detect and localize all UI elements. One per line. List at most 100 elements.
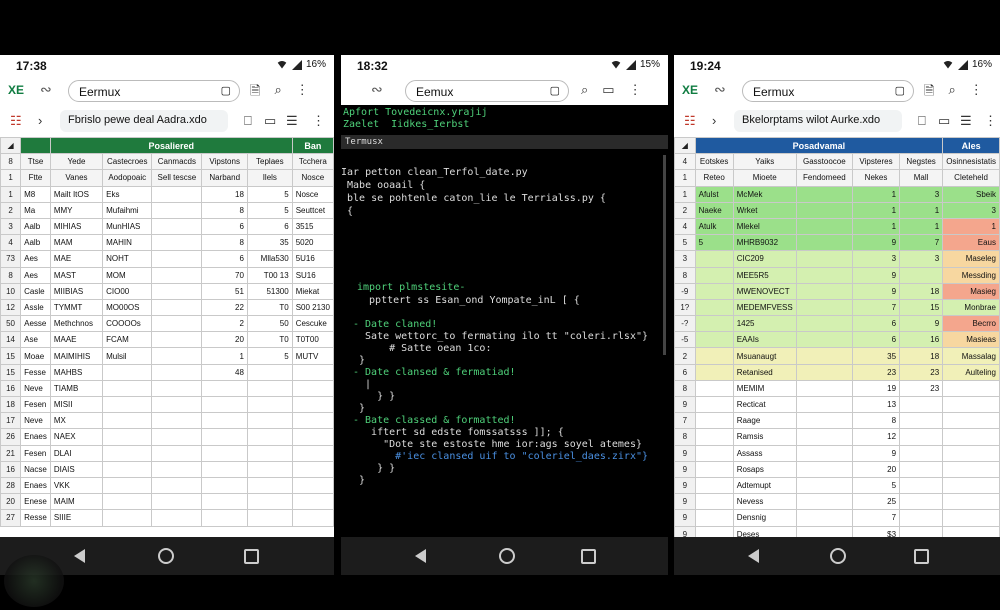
cell[interactable] <box>201 476 248 495</box>
cell[interactable]: MMY <box>49 201 104 219</box>
cell[interactable] <box>201 395 248 414</box>
cell[interactable]: Ramsis <box>732 428 797 446</box>
column-subheader[interactable]: Vanes <box>49 169 104 187</box>
cell[interactable]: Nosce <box>291 185 334 203</box>
cell[interactable]: T0 <box>246 331 293 349</box>
cell[interactable]: 6 <box>851 315 901 333</box>
cell[interactable]: 51 <box>201 282 248 300</box>
cell[interactable] <box>795 395 853 414</box>
cell[interactable]: Adtemupt <box>732 476 797 495</box>
cell[interactable]: MO00OS <box>102 298 153 317</box>
table-row[interactable]: 5 5 MHRB9032 9 7 Eaus <box>674 234 1000 252</box>
cell[interactable] <box>694 444 734 462</box>
cell[interactable] <box>291 395 334 414</box>
cell[interactable]: Miekat <box>291 282 334 300</box>
cell[interactable]: Fesse <box>20 363 51 381</box>
cell[interactable]: NAEX <box>49 428 104 446</box>
cell[interactable]: 23 <box>851 363 901 381</box>
cell[interactable] <box>795 315 853 333</box>
cell[interactable]: MAE <box>49 250 104 268</box>
cell[interactable] <box>246 493 293 511</box>
column-header[interactable]: Vipstons <box>201 153 248 171</box>
column-subheader[interactable]: Aodopoaic <box>102 169 153 187</box>
column-subheader[interactable]: Nosce <box>291 169 334 187</box>
expand-icon[interactable]: › <box>38 113 42 128</box>
cell[interactable] <box>102 412 153 430</box>
copy-icon[interactable]: ▭ <box>938 113 950 129</box>
cell[interactable]: MEMIM <box>732 379 797 398</box>
cell[interactable] <box>201 379 248 398</box>
cell[interactable]: MUTV <box>291 347 334 365</box>
cell[interactable] <box>942 412 1000 430</box>
cell[interactable]: Nevess <box>732 493 797 511</box>
cell[interactable] <box>151 266 203 284</box>
cell[interactable]: MOM <box>102 266 153 284</box>
cell[interactable] <box>795 460 853 478</box>
cell[interactable] <box>694 363 734 381</box>
cell[interactable] <box>942 428 1000 446</box>
cell[interactable] <box>151 444 203 462</box>
cell[interactable]: 35 <box>246 234 293 252</box>
cell[interactable]: MEE5R5 <box>732 266 797 284</box>
terminal[interactable]: Apfort Tovedeicnx.yrajij Zaelet Iidkes_I… <box>341 105 668 537</box>
cell[interactable]: MHRB9032 <box>732 234 797 252</box>
search-icon[interactable]: ⌕ <box>274 82 281 104</box>
column-header[interactable]: Vipsteres <box>851 153 901 171</box>
tabs-icon[interactable]: ▢ <box>221 84 231 97</box>
cell[interactable]: 70 <box>201 266 248 284</box>
cell[interactable]: 6 <box>201 250 248 268</box>
cell[interactable] <box>201 428 248 446</box>
cell[interactable] <box>694 395 734 414</box>
table-row[interactable]: 2 Msuanaugt 35 18 Massalag <box>674 347 1000 365</box>
cell[interactable] <box>899 266 944 284</box>
table-row[interactable]: 8 MEMIM 19 23 <box>674 379 1000 398</box>
table-row[interactable]: 73 Aes MAE NOHT 6 Mlla530 5U16 <box>0 250 334 268</box>
cell[interactable]: McMek <box>732 185 797 203</box>
cell[interactable]: Naeke <box>694 201 734 219</box>
cell[interactable]: T00 13 <box>246 266 293 284</box>
table-row[interactable]: 8 Aes MAST MOM 70 T00 13 SU16 <box>0 266 334 284</box>
cell[interactable]: Aalb <box>20 234 51 252</box>
cell[interactable]: Becrro <box>942 315 1000 333</box>
cell[interactable]: 22 <box>201 298 248 317</box>
cell[interactable]: Nacse <box>20 460 51 478</box>
cell[interactable]: 18 <box>899 282 944 300</box>
cell[interactable] <box>899 509 944 527</box>
cell[interactable] <box>942 460 1000 478</box>
table-row[interactable]: 15 Moae MAIMIHIS Mulsil 1 5 MUTV <box>0 347 334 365</box>
cell[interactable] <box>201 493 248 511</box>
table-row[interactable]: 21 Fesen DLAI <box>0 444 334 462</box>
cell[interactable]: Eks <box>102 185 153 203</box>
cell[interactable]: 5 <box>694 234 734 252</box>
cell[interactable]: 1 <box>201 347 248 365</box>
cell[interactable]: EAAIs <box>732 331 797 349</box>
cell[interactable]: Raage <box>732 412 797 430</box>
home-icon[interactable] <box>499 548 515 564</box>
cell[interactable] <box>795 379 853 398</box>
cell[interactable]: Fesen <box>20 395 51 414</box>
table-row[interactable]: 16 Nacse DIAIS <box>0 460 334 478</box>
cell[interactable]: 3 <box>942 201 1000 219</box>
cell[interactable]: MEDEMFVESS <box>732 298 797 317</box>
cell[interactable] <box>246 460 293 478</box>
copy-icon[interactable]: ▭ <box>602 82 614 98</box>
cell[interactable]: MAM <box>49 234 104 252</box>
cell[interactable]: Assle <box>20 298 51 317</box>
cell[interactable]: Densnig <box>732 509 797 527</box>
table-row[interactable]: 9 Rosaps 20 <box>674 460 1000 478</box>
column-header[interactable]: Yaiks <box>732 153 797 171</box>
cell[interactable]: Afulst <box>694 185 734 203</box>
cell[interactable]: MX <box>49 412 104 430</box>
cell[interactable] <box>694 412 734 430</box>
table-row[interactable]: 9 Adtemupt 5 <box>674 476 1000 495</box>
cell[interactable] <box>102 444 153 462</box>
cell[interactable] <box>795 298 853 317</box>
table-row[interactable]: -9 MWENOVECT 9 18 Masieg <box>674 282 1000 300</box>
cell[interactable] <box>795 363 853 381</box>
cell[interactable]: 18 <box>201 185 248 203</box>
cell[interactable] <box>151 250 203 268</box>
cell[interactable]: Eaus <box>942 234 1000 252</box>
cell[interactable] <box>102 493 153 511</box>
cell[interactable]: Mailt ItOS <box>49 185 104 203</box>
cell[interactable]: 20 <box>201 331 248 349</box>
